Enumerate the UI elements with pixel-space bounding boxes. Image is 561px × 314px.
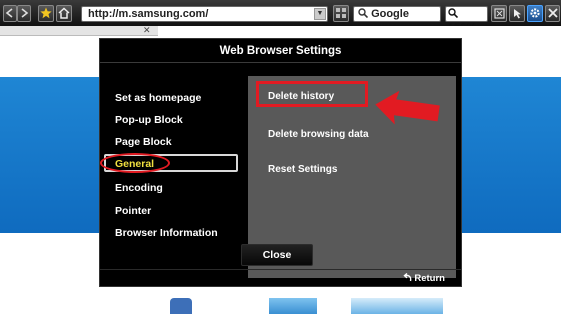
search-icon bbox=[358, 8, 369, 19]
page-thumbnail[interactable] bbox=[170, 298, 192, 314]
gear-icon bbox=[530, 8, 540, 18]
zoom-icon bbox=[448, 8, 459, 19]
page-tools-button[interactable] bbox=[333, 5, 349, 22]
option-delete-history[interactable]: Delete history bbox=[268, 91, 334, 102]
tab-close-icon[interactable]: ✕ bbox=[143, 25, 151, 36]
menu-item-set-as-homepage[interactable]: Set as homepage bbox=[115, 92, 201, 104]
return-arrow-icon bbox=[403, 272, 412, 282]
annotation-arrow-icon bbox=[375, 90, 440, 125]
close-icon bbox=[547, 8, 558, 18]
fullscreen-button[interactable] bbox=[491, 5, 507, 22]
search-text: Google bbox=[371, 8, 409, 20]
url-input[interactable]: http://m.samsung.com/ ▼ bbox=[81, 6, 328, 22]
close-browser-button[interactable] bbox=[545, 5, 560, 22]
menu-item-pointer[interactable]: Pointer bbox=[115, 205, 151, 217]
menu-item-page-block[interactable]: Page Block bbox=[115, 136, 172, 148]
grid-icon bbox=[335, 8, 346, 18]
close-button[interactable]: Close bbox=[241, 244, 313, 266]
back-arrow-icon bbox=[5, 8, 13, 18]
settings-dialog: Web Browser Settings Set as homepage Pop… bbox=[99, 38, 462, 287]
return-button[interactable]: Return bbox=[402, 272, 445, 284]
browser-tab[interactable] bbox=[0, 26, 158, 36]
return-label: Return bbox=[414, 273, 445, 284]
star-icon bbox=[40, 7, 52, 19]
option-reset-settings[interactable]: Reset Settings bbox=[268, 164, 337, 175]
menu-item-encoding[interactable]: Encoding bbox=[115, 182, 163, 194]
option-delete-browsing-data[interactable]: Delete browsing data bbox=[268, 129, 369, 140]
page-thumbnail[interactable] bbox=[269, 298, 317, 314]
back-button[interactable] bbox=[3, 5, 17, 22]
forward-button[interactable] bbox=[17, 5, 31, 22]
pointer-button[interactable] bbox=[509, 5, 525, 22]
forward-arrow-icon bbox=[21, 8, 29, 18]
dialog-title: Web Browser Settings bbox=[100, 39, 461, 63]
menu-item-browser-information[interactable]: Browser Information bbox=[115, 227, 218, 239]
annotation-ellipse bbox=[100, 153, 170, 173]
home-button[interactable] bbox=[56, 5, 72, 22]
return-bar: Return bbox=[100, 269, 461, 288]
page-thumbnail[interactable] bbox=[351, 298, 443, 314]
expand-icon bbox=[493, 8, 505, 19]
url-text: http://m.samsung.com/ bbox=[88, 8, 209, 20]
home-icon bbox=[58, 7, 70, 19]
chevron-down-icon[interactable]: ▼ bbox=[314, 8, 326, 20]
menu-item-popup-block[interactable]: Pop-up Block bbox=[115, 114, 183, 126]
browser-toolbar: http://m.samsung.com/ ▼ Google 150% bbox=[0, 0, 561, 34]
zoom-control[interactable]: 150% bbox=[445, 6, 488, 34]
search-input[interactable]: Google bbox=[353, 6, 441, 22]
cursor-icon bbox=[513, 9, 521, 19]
bookmark-button[interactable] bbox=[38, 5, 54, 22]
settings-button[interactable] bbox=[527, 5, 543, 22]
